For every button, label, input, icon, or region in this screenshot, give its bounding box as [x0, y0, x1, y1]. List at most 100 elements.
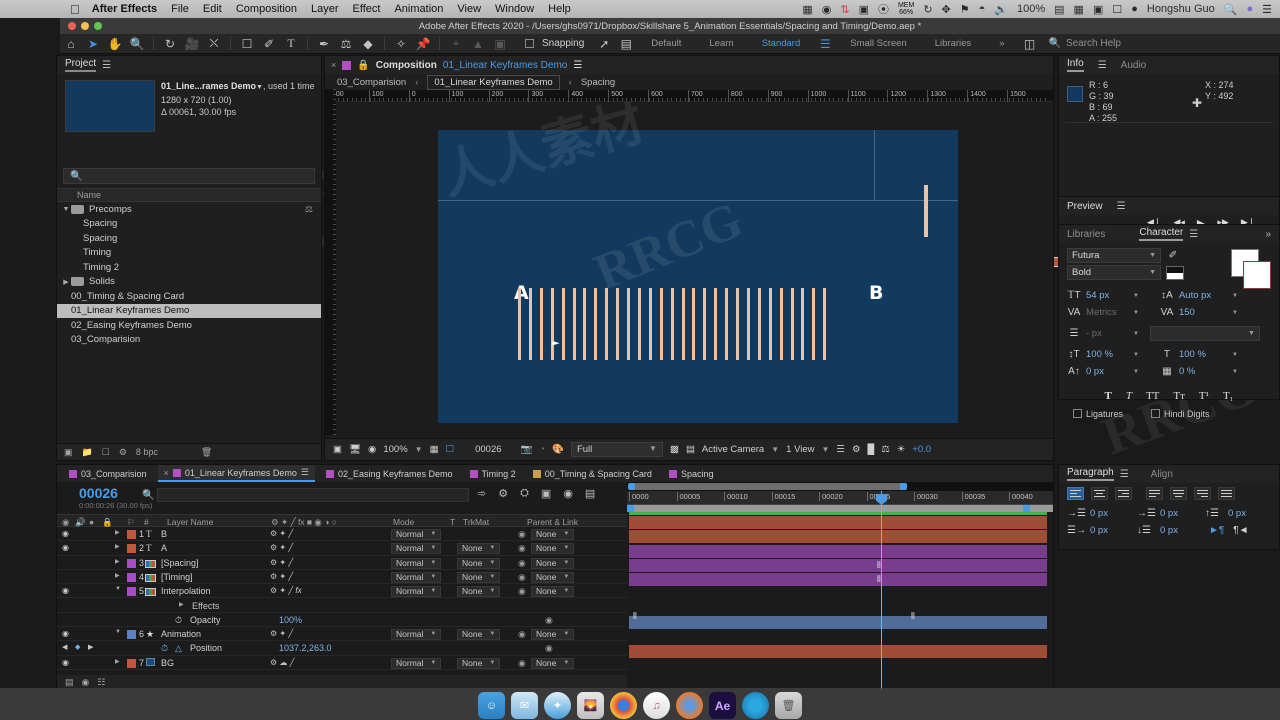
character-panel-menu-icon[interactable]: ☰	[1189, 229, 1198, 240]
search-help-input[interactable]: Search Help	[1066, 38, 1121, 49]
rtl-direction-button[interactable]: ¶◄	[1233, 525, 1248, 536]
column-t[interactable]: T	[450, 517, 455, 527]
layer-label-color[interactable]	[127, 572, 136, 582]
layer-visibility-icon[interactable]: ◉	[62, 543, 69, 552]
camera-tool-icon[interactable]: 🎥	[181, 37, 203, 51]
ligatures-checkbox-row[interactable]: Ligatures	[1073, 409, 1123, 419]
keyframe-marker[interactable]: ⫴	[877, 574, 881, 585]
tab-audio[interactable]: Audio	[1121, 60, 1147, 71]
column-number[interactable]: #	[144, 517, 149, 527]
layer-parent[interactable]: None ▼	[531, 629, 575, 641]
timeline-property-row[interactable]: ◀ ◆ ▶ ⏱ △ Position 1037.2,263.0 ◉	[57, 641, 627, 656]
layer-label-color[interactable]	[127, 530, 136, 539]
tab-paragraph[interactable]: Paragraph	[1067, 467, 1114, 481]
dock-after-effects-icon[interactable]: Ae	[709, 692, 736, 719]
column-layer-name[interactable]: Layer Name	[167, 517, 213, 527]
project-column-name[interactable]: Name	[57, 190, 101, 200]
fill-stroke-swatches[interactable]	[1231, 249, 1271, 289]
stopwatch-icon[interactable]: ⏱	[161, 643, 168, 654]
align-center-button[interactable]	[1091, 487, 1108, 500]
screen-share-icon[interactable]: ▦	[802, 3, 812, 16]
cleaner-icon[interactable]: ⦿	[878, 1, 889, 17]
sliders-icon[interactable]: ●	[1131, 3, 1138, 15]
show-snapshot-icon[interactable]: ◔	[539, 444, 545, 455]
footer-timecode[interactable]: 00026	[475, 444, 501, 455]
dock-music-icon[interactable]: ♫	[643, 692, 670, 719]
parent-pickwhip-icon[interactable]: ◉	[518, 629, 526, 640]
playhead-line[interactable]	[881, 491, 882, 690]
disclosure-triangle-icon[interactable]: ▶	[115, 658, 120, 665]
current-time-display[interactable]: 00026	[79, 485, 118, 501]
battery-icon[interactable]: ▤	[1054, 3, 1064, 16]
parent-pickwhip-icon[interactable]: ◉	[518, 572, 526, 583]
workspace-menu-icon[interactable]: ☰	[814, 37, 836, 51]
layer-duration-bar[interactable]	[629, 558, 1047, 572]
timeline-layer-row[interactable]: ▶ Effects	[57, 599, 627, 613]
timeline-panel-menu-icon[interactable]: ☰	[301, 467, 309, 478]
ltr-direction-button[interactable]: ►¶	[1209, 525, 1224, 536]
layer-track-matte[interactable]: None ▼	[457, 557, 501, 569]
vertical-scale-value[interactable]: 100 %	[1086, 349, 1128, 360]
bluetooth-icon[interactable]: ✥	[942, 3, 951, 16]
faux-italic-button[interactable]: T	[1126, 390, 1132, 402]
layer-track-matte[interactable]: None ▼	[457, 571, 501, 583]
pan-behind-tool-icon[interactable]: ⛌	[203, 36, 225, 51]
next-keyframe-icon[interactable]: ▶	[88, 643, 93, 651]
project-panel-menu-icon[interactable]: ☰	[102, 60, 111, 71]
graph-editor-icon[interactable]: △	[175, 643, 182, 654]
project-item-dropdown-icon[interactable]: ▼	[256, 84, 263, 91]
layer-blend-mode[interactable]: Normal ▼	[391, 629, 442, 641]
zoom-tool-icon[interactable]: 🔍	[126, 37, 148, 51]
tree-item-solids[interactable]: ▶ Solids	[57, 275, 321, 290]
layer-track-matte[interactable]: None ▼	[457, 657, 501, 669]
layer-name[interactable]: BG	[161, 658, 174, 668]
spotlight-search-icon[interactable]: 🔍	[1224, 3, 1238, 16]
info-panel-menu-icon[interactable]: ☰	[1098, 60, 1107, 71]
layer-track-matte[interactable]: None ▼	[457, 543, 501, 555]
workspace-default[interactable]: Default	[637, 38, 695, 49]
breadcrumb-item-current[interactable]: 01_Linear Keyframes Demo	[427, 74, 560, 90]
hierarchy-icon[interactable]: ⚖	[305, 204, 313, 215]
position-keyframe-start[interactable]: ⫴	[633, 611, 637, 622]
font-size-dropdown-icon[interactable]: ▼	[1133, 293, 1139, 299]
shape-tool-icon[interactable]: ☐	[236, 37, 258, 51]
prev-keyframe-icon[interactable]: ◀	[62, 643, 67, 651]
menu-composition[interactable]: Composition	[236, 3, 297, 15]
snap-mode-icon[interactable]: ➚	[593, 37, 615, 51]
lock-icon[interactable]: 🔒	[357, 60, 369, 71]
timeline-tab-easing-keyframes[interactable]: 02_Easing Keyframes Demo	[320, 465, 459, 482]
align-right-button[interactable]	[1115, 487, 1132, 500]
resolution-dropdown[interactable]: Full ▼	[570, 442, 663, 457]
disclosure-triangle-open-icon[interactable]: ▼	[61, 206, 71, 213]
preview-panel-menu-icon[interactable]: ☰	[1117, 201, 1126, 212]
justify-last-right-button[interactable]	[1194, 487, 1211, 500]
channels-icon[interactable]: 🎨	[552, 444, 564, 455]
tsume-dropdown-icon[interactable]: ▼	[1232, 369, 1238, 375]
toggle-switches-modes-icon[interactable]: ▤	[65, 677, 74, 688]
control-center-icon[interactable]: ☰	[1262, 3, 1272, 16]
timeline-track-area[interactable]: 0000000050001000015000200002500030000350…	[627, 482, 1053, 690]
dock-mail-icon[interactable]: ✉	[511, 692, 538, 719]
justify-all-button[interactable]	[1218, 487, 1235, 500]
font-family-select[interactable]: Futura ▼	[1067, 248, 1161, 263]
hide-shy-layers-icon[interactable]: ⛭	[520, 487, 529, 500]
disclosure-triangle-icon[interactable]: ▶	[115, 529, 120, 536]
graph-editor-icon[interactable]: ▤	[585, 487, 595, 500]
kerning-value[interactable]: Metrics	[1086, 307, 1128, 318]
parent-pickwhip-icon[interactable]: ◉	[518, 658, 526, 669]
layer-label-color[interactable]	[127, 544, 136, 554]
dock-photos-icon[interactable]: 🌄	[577, 692, 604, 719]
display-icon[interactable]: ▣	[859, 3, 869, 16]
layer-label-color[interactable]	[127, 587, 136, 597]
layer-duration-bar[interactable]	[629, 644, 1047, 658]
justify-last-center-button[interactable]	[1170, 487, 1187, 500]
sync-icon[interactable]: ⇅	[840, 3, 849, 16]
timeline-tab-comparision[interactable]: 03_Comparision	[63, 465, 153, 482]
stroke-width-value[interactable]: - px	[1086, 328, 1128, 339]
workspace-libraries[interactable]: Libraries	[921, 38, 985, 49]
horizontal-scale-value[interactable]: 100 %	[1179, 349, 1227, 360]
parent-pickwhip-icon[interactable]: ◉	[545, 643, 553, 654]
work-area-start-handle[interactable]	[627, 505, 634, 512]
indent-first-line-value[interactable]: 0 px	[1090, 525, 1120, 536]
layer-switches[interactable]: ⚙ ✦ ╱	[270, 529, 293, 538]
